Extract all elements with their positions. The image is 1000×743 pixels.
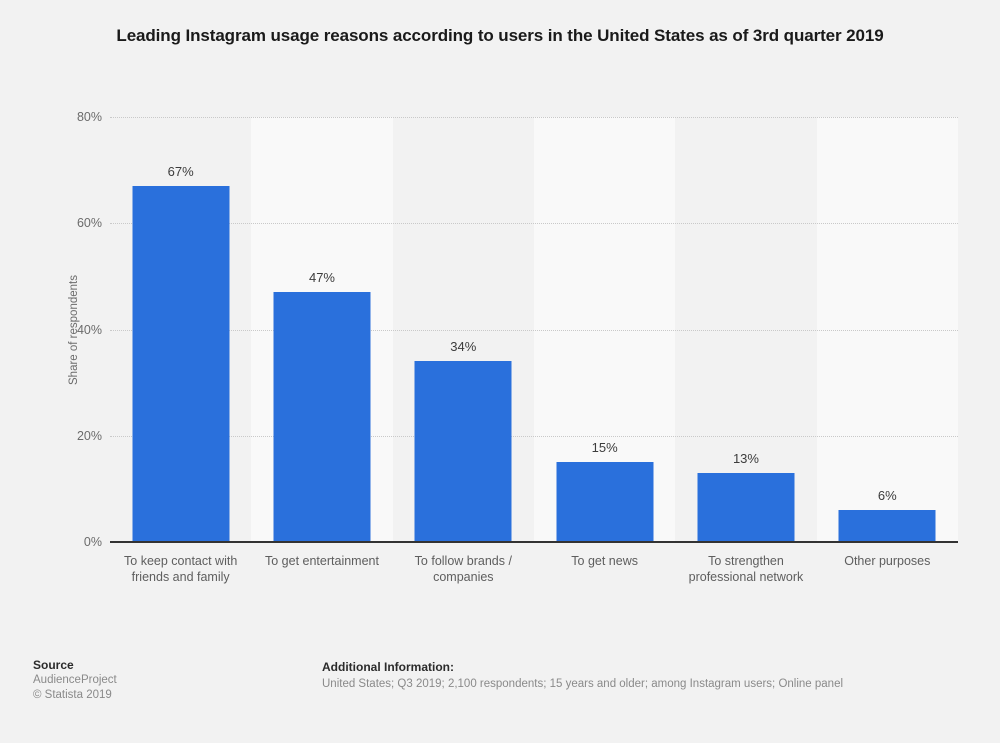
y-tick-60: 60% <box>76 216 102 231</box>
additional-information-label: Additional Information: <box>322 660 454 674</box>
y-tick-0: 0% <box>83 535 102 549</box>
source-name: AudienceProject <box>33 674 117 686</box>
y-tick-20: 20% <box>76 428 102 443</box>
bar-slot: 47% <box>251 117 392 542</box>
x-axis-label: Other purposes <box>844 554 931 568</box>
bar-value-label: 6% <box>877 488 897 504</box>
bar-value-label: 15% <box>591 440 618 456</box>
bar[interactable] <box>697 472 795 542</box>
source-label: Source <box>33 658 74 672</box>
chart-plot-area: 67% 47% 34% 15% 13% 6% <box>110 117 958 543</box>
x-axis-label: To keep contact with friends and family <box>124 554 238 584</box>
page-title: Leading Instagram usage reasons accordin… <box>116 26 884 45</box>
bar-value-label: 67% <box>167 164 194 180</box>
y-tick-40: 40% <box>76 322 102 337</box>
x-axis-label: To get entertainment <box>265 554 379 568</box>
x-axis-line <box>110 541 958 543</box>
bar[interactable] <box>414 361 512 542</box>
x-axis-label: To follow brands / companies <box>414 554 512 584</box>
source-block: Source AudienceProject © Statista 2019 <box>33 657 293 703</box>
bar-slot: 15% <box>534 117 675 542</box>
bar-series: 67% 47% 34% 15% 13% 6% <box>110 117 958 542</box>
bar-value-label: 13% <box>732 450 759 466</box>
bar-value-label: 34% <box>450 339 477 355</box>
bar-slot: 6% <box>817 117 958 542</box>
bar[interactable] <box>273 292 371 542</box>
bar-value-label: 47% <box>308 270 335 286</box>
y-tick-80: 80% <box>76 110 102 124</box>
bar-slot: 13% <box>675 117 816 542</box>
x-axis-label: To get news <box>571 554 638 568</box>
bar-slot: 67% <box>110 117 251 542</box>
additional-information-text: United States; Q3 2019; 2,100 respondent… <box>322 678 844 690</box>
y-axis-ticks: 80% 60% 40% 20% 0% <box>60 110 102 549</box>
bar[interactable] <box>556 462 654 542</box>
additional-information-block: Additional Information: United States; Q… <box>322 659 962 692</box>
x-axis-labels: To keep contact with friends and family T… <box>110 553 958 585</box>
bar[interactable] <box>132 186 230 542</box>
x-axis-label: To strengthen professional network <box>688 554 804 584</box>
bar[interactable] <box>838 510 936 542</box>
copyright-text: © Statista 2019 <box>33 689 112 701</box>
bar-slot: 34% <box>393 117 534 542</box>
